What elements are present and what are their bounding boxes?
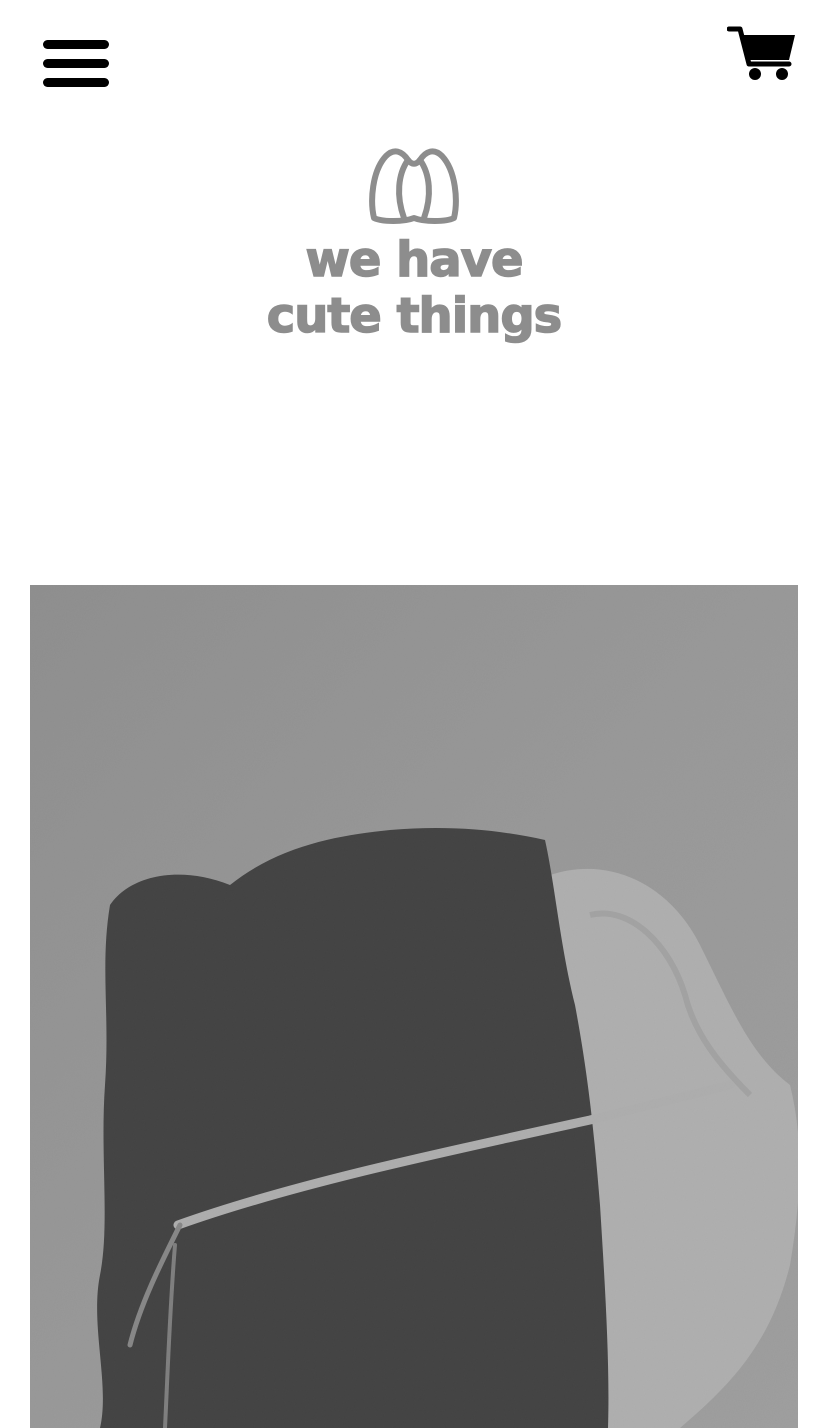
brand-wordmark: we have cute things (255, 231, 573, 345)
bonnet-photo (30, 585, 798, 1428)
bunny-ears-logo-icon (369, 148, 459, 224)
cart-button[interactable] (727, 24, 797, 82)
menu-button[interactable] (43, 40, 109, 87)
brand-line-2: cute things (266, 287, 563, 345)
shopping-cart-icon (727, 26, 795, 80)
hero-product-image[interactable] (30, 585, 798, 1428)
brand-logo[interactable]: we have cute things (255, 140, 573, 364)
brand-line-1: we have (305, 231, 525, 289)
